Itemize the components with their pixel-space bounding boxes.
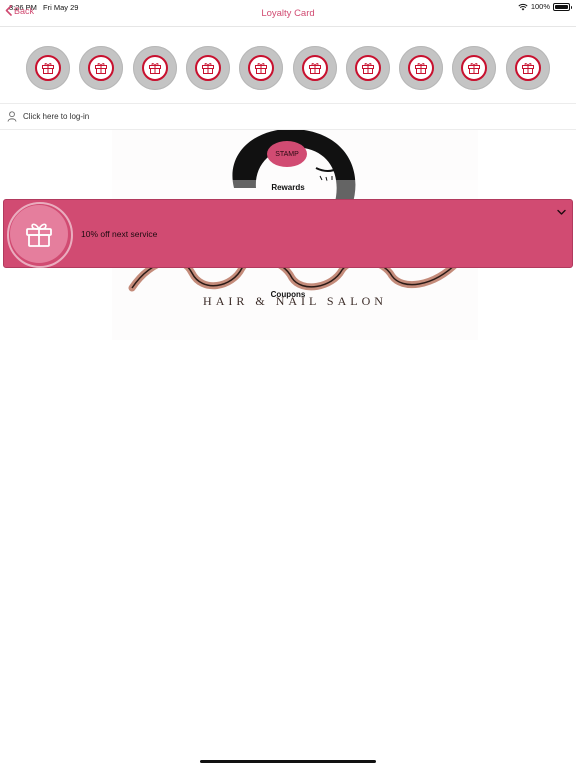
stamp-slot (185, 46, 230, 90)
reward-card[interactable]: 10% off next service (3, 199, 573, 268)
gift-icon (141, 55, 168, 81)
gift-icon (35, 55, 61, 81)
stamp-card-row (0, 46, 576, 92)
gift-icon (354, 55, 381, 81)
gift-icon (301, 55, 328, 81)
chevron-down-icon[interactable] (557, 209, 566, 216)
login-row[interactable]: Click here to log-in (0, 103, 576, 130)
stamp-slot (292, 46, 337, 90)
stamp-slot (132, 46, 177, 90)
gift-icon (26, 223, 52, 247)
stamp-slot (399, 46, 444, 90)
person-icon (7, 111, 17, 122)
stamp-slot (239, 46, 284, 90)
gift-icon (194, 55, 221, 81)
stamp-slot (505, 46, 550, 90)
home-indicator (200, 760, 376, 763)
page-title: Loyalty Card (261, 8, 315, 19)
nav-bar: Back Loyalty Card (0, 0, 576, 27)
stamp-slot (345, 46, 390, 90)
login-text: Click here to log-in (23, 112, 90, 121)
reward-title: 10% off next service (81, 229, 158, 239)
gift-icon (88, 55, 115, 81)
rewards-heading: Rewards (271, 183, 305, 192)
stamp-slot (26, 46, 70, 90)
stamp-slot (452, 46, 497, 90)
stamp-slot (79, 46, 124, 90)
stamp-button[interactable]: STAMP (267, 141, 307, 167)
gift-icon (461, 55, 488, 81)
gift-icon (408, 55, 435, 81)
gift-icon (248, 55, 275, 81)
gift-icon (514, 55, 541, 81)
coupons-heading: Coupons (270, 290, 306, 299)
reward-icon-badge (7, 202, 73, 268)
